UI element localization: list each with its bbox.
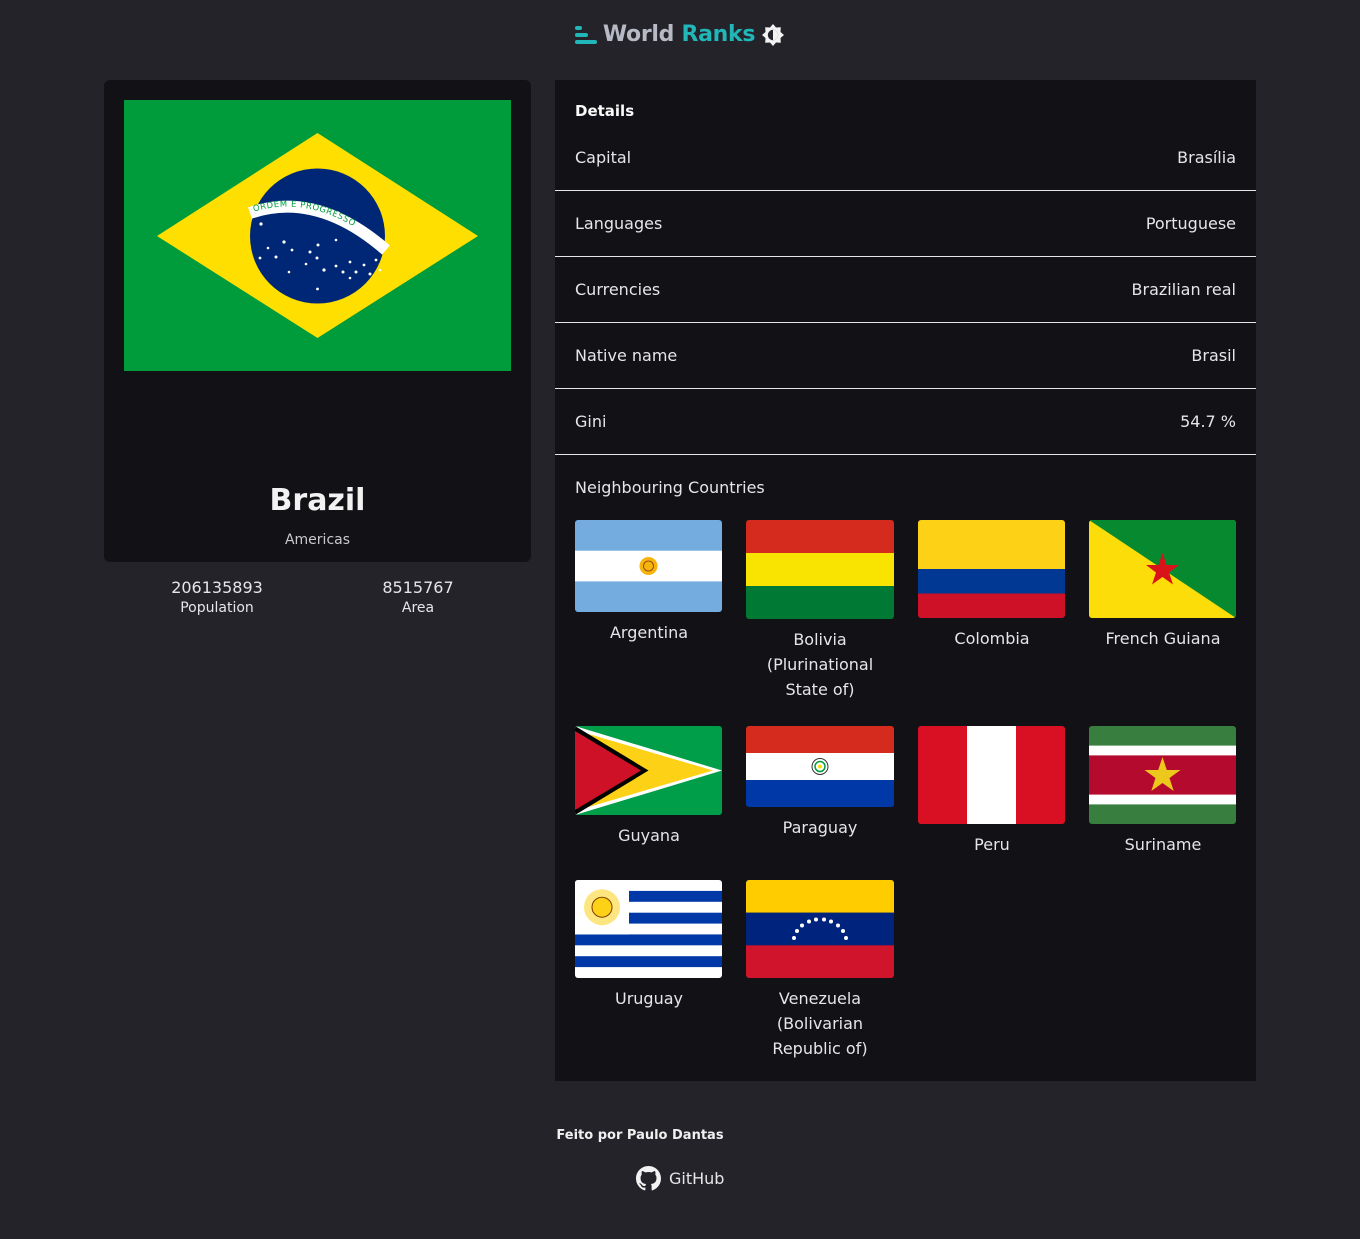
area-value: 8515767 (382, 578, 454, 597)
neighbour-name: Argentina (609, 623, 689, 642)
neighbour-card-argentina[interactable]: Argentina (575, 520, 723, 645)
header: World Ranks (0, 22, 1360, 47)
neighbour-name: Colombia (954, 629, 1030, 648)
detail-row-currencies: Currencies Brazilian real (555, 257, 1256, 323)
neighbour-name: Paraguay (782, 818, 858, 837)
population-value: 206135893 (171, 578, 263, 597)
bars-icon (574, 25, 597, 44)
detail-value: Brasília (1177, 148, 1236, 167)
population-stat: 206135893 Population (117, 578, 317, 616)
footer-credit: Feito por Paulo Dantas (556, 1128, 724, 1143)
neighbour-name: Uruguay (615, 989, 683, 1008)
github-link[interactable]: GitHub (636, 1166, 724, 1191)
neighbour-card-suriname[interactable]: Suriname (1089, 726, 1237, 857)
population-label: Population (180, 600, 254, 616)
detail-label: Languages (575, 214, 663, 233)
neighbour-name: Venezuela (Bolivarian Republic of) (772, 989, 868, 1058)
detail-value: Brazilian real (1131, 280, 1236, 299)
detail-label: Currencies (575, 280, 661, 299)
neighbour-name: Guyana (618, 826, 680, 845)
brazil-flag-image: ORDEM E PROGRESSO (124, 100, 511, 371)
detail-label: Gini (575, 412, 607, 431)
logo-link[interactable]: World Ranks (574, 22, 756, 47)
argentina-flag-image (575, 520, 722, 612)
detail-label: Capital (575, 148, 632, 167)
detail-row-gini: Gini 54.7 % (555, 389, 1256, 455)
detail-row-native-name: Native name Brasil (555, 323, 1256, 389)
country-region: Americas (284, 532, 351, 548)
neighbour-name: Bolivia (Plurinational State of) (766, 630, 874, 699)
details-title: Details (575, 102, 635, 120)
theme-toggle-icon (762, 23, 785, 46)
french-guiana-flag-image (1089, 520, 1236, 618)
neighbour-card-peru[interactable]: Peru (918, 726, 1066, 857)
neighbour-card-colombia[interactable]: Colombia (918, 520, 1066, 651)
details-panel: Details Capital Brasília Languages Portu… (555, 80, 1256, 1081)
area-label: Area (401, 600, 435, 616)
neighbour-name: Suriname (1124, 835, 1202, 854)
detail-label: Native name (575, 346, 678, 365)
github-label: GitHub (669, 1169, 725, 1188)
guyana-flag-image (575, 726, 722, 815)
app-title: World Ranks (602, 22, 756, 47)
detail-value: 54.7 % (1180, 412, 1236, 431)
peru-flag-image (918, 726, 1065, 824)
uruguay-flag-image (575, 880, 722, 978)
venezuela-flag-image (746, 880, 894, 978)
country-name: Brazil (269, 483, 366, 518)
colombia-flag-image (918, 520, 1065, 618)
neighbour-card-venezuela[interactable]: Venezuela (Bolivarian Republic of) (746, 880, 894, 1061)
detail-value: Brasil (1191, 346, 1236, 365)
neighbour-card-french-guiana[interactable]: French Guiana (1089, 520, 1237, 651)
suriname-flag-image (1089, 726, 1236, 824)
detail-row-capital: Capital Brasília (555, 125, 1256, 191)
neighbour-name: French Guiana (1105, 629, 1221, 648)
detail-value: Portuguese (1145, 214, 1236, 233)
country-card: ORDEM E PROGRESSO Brazil Americas 206135… (104, 80, 531, 616)
neighbour-card-bolivia[interactable]: Bolivia (Plurinational State of) (746, 520, 894, 702)
neighbour-card-paraguay[interactable]: Paraguay (746, 726, 894, 840)
bolivia-flag-image (746, 520, 894, 619)
neighbours-title: Neighbouring Countries (575, 478, 765, 497)
theme-toggle-button[interactable] (761, 23, 785, 47)
neighbour-name: Peru (974, 835, 1010, 854)
neighbour-card-uruguay[interactable]: Uruguay (575, 880, 723, 1011)
area-stat: 8515767 Area (318, 578, 518, 616)
detail-row-languages: Languages Portuguese (555, 191, 1256, 257)
neighbour-card-guyana[interactable]: Guyana (575, 726, 723, 848)
paraguay-flag-image (746, 726, 894, 807)
github-icon (636, 1166, 661, 1191)
